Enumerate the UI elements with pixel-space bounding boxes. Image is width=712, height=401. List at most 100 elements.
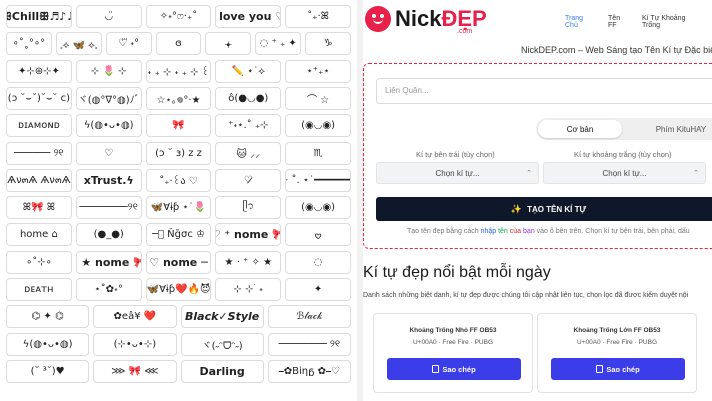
smiley-logo-icon: [365, 6, 391, 32]
symbol-cell[interactable]: ⋆ ★ nome 🎀: [75, 250, 142, 274]
copy-button[interactable]: Sao chép: [387, 358, 521, 380]
tab-basic[interactable]: Cơ bản: [538, 120, 622, 138]
left-char-select[interactable]: Chọn kí tự... ⌃: [376, 162, 539, 184]
symbol-cell[interactable]: ∘˚⊹∘: [6, 250, 72, 274]
create-name-button-label: TẠO TÊN KÍ TỰ: [527, 204, 587, 214]
copy-button-label: Sao chép: [606, 364, 640, 374]
symbol-cell[interactable]: i love you ♡: [215, 5, 282, 28]
space-char-select[interactable]: Chọn kí tự... ⌃: [543, 162, 706, 184]
symbol-cell[interactable]: ★ · ⁺ ✧ ★: [215, 250, 282, 274]
symbol-cell[interactable]: 𓈒⟡ 🦋 ⟡𓈒: [55, 32, 102, 56]
symbol-cell[interactable]: ⊹ 🌷 ⊹: [75, 59, 142, 83]
symbol-cell[interactable]: (●_●): [75, 223, 142, 247]
card-title: Khoảng Trống Nhỏ FF OB53: [409, 327, 497, 334]
symbol-cell[interactable]: (ɔ ˘⌣˘)˘⌣˘ c): [6, 86, 72, 110]
symbol-cell[interactable]: ℬ𝓁𝒶𝒸𝓀: [267, 305, 351, 329]
symbol-cell[interactable]: ⋆˚✿˖°: [75, 278, 142, 301]
featured-card: Khoảng Trống Lớn FF OB53 U+00A0 · Free F…: [537, 313, 697, 393]
symbol-cell[interactable]: ♑: [305, 32, 351, 56]
symbol-cell[interactable]: ˚₊‧ꕤ: [285, 5, 351, 28]
symbol-cell[interactable]: ꕤ🎀 ꕤ: [6, 196, 72, 220]
symbol-cell[interactable]: Ѧν๓Ѧ Ѧν๓Ѧ: [6, 168, 72, 192]
symbol-cell[interactable]: ⊹ ⊹ ࣪ ˖: [215, 278, 282, 301]
symbol-cell[interactable]: ヾ(˶ᵔᗜᵔ˶): [180, 332, 264, 356]
chevron-down-icon: ⌃: [693, 170, 699, 177]
symbol-cell[interactable]: ᥫ᭡: [215, 196, 282, 220]
symbol-cell[interactable]: ────────୨୧: [75, 196, 142, 220]
symbol-cell[interactable]: 🎀: [145, 114, 212, 138]
symbol-cell[interactable]: ヾ(◍°∇°◍)ﾉﾞ: [75, 86, 142, 110]
symbol-cell[interactable]: ♡⃛ ˖°: [105, 32, 152, 56]
space-char-select-value: Chọn kí tự...: [602, 168, 647, 178]
symbol-cell[interactable]: ⊹ ˚. ⋆˙━━━━━━━: [285, 168, 351, 192]
nav-blank-chars[interactable]: Kí Tự Khoảng Trống: [642, 15, 698, 29]
nav-ff-names[interactable]: Tên FF: [608, 15, 628, 29]
symbol-cell[interactable]: 𖥔: [205, 32, 252, 56]
symbol-cell[interactable]: ϟ(◍•ᴗ•◍): [75, 114, 142, 138]
space-char-label: Kí tự khoảng trắng (tùy chọn): [574, 150, 672, 159]
symbol-cell[interactable]: ⌒ ☆: [285, 86, 351, 110]
symbol-cell[interactable]: 🐱 ⸝⸝: [215, 141, 282, 165]
symbol-cell[interactable]: ─⃝ Ňḡσc ♔: [145, 223, 212, 247]
symbol-cell[interactable]: xTrust.ϟ: [75, 168, 142, 192]
page-tagline: NickDEP.com – Web Sáng tạo Tên Kí tự Đặc…: [521, 45, 712, 55]
top-nav: Trang Chủ Tên FF Kí Tự Khoảng Trống: [565, 15, 712, 29]
symbol-cell[interactable]: Darling: [180, 359, 264, 383]
nav-home[interactable]: Trang Chủ: [565, 15, 594, 29]
symbol-cell[interactable]: ✧˖°ෆ‧₊˚: [145, 5, 212, 28]
symbol-cell[interactable]: ⋆⁺₊⋆: [285, 59, 351, 83]
featured-section-description: Danh sách những biệt danh, kí tự đẹp đượ…: [363, 292, 689, 299]
form-hint: Tạo tên đẹp bằng cách nhập tên của bạn v…: [407, 228, 690, 235]
symbol-cell[interactable]: ♡: [75, 141, 142, 165]
symbol-cell[interactable]: ϟ(◍•ᴗ•◍): [6, 332, 90, 356]
symbol-cell[interactable]: home ⌂: [6, 223, 72, 247]
create-name-button[interactable]: ✨ TẠO TÊN KÍ TỰ: [376, 197, 712, 221]
symbol-cell[interactable]: ᴅᴇᴀᴛʜ: [6, 278, 72, 301]
symbol-cell[interactable]: 🦋Ɐɨƥ❤️🔥😈: [145, 278, 212, 301]
symbol-cell[interactable]: ♡̷: [215, 168, 282, 192]
symbol-cell[interactable]: ᴅɪᴀᴍᴏɴᴅ: [6, 114, 72, 138]
symbol-cell[interactable]: ◡̈: [75, 5, 142, 28]
featured-section-title: Kí tự đẹp nổi bật mỗi ngày: [363, 264, 551, 281]
symbol-cell[interactable]: ☆⋆｡𖦹°‧★: [145, 86, 212, 110]
featured-card: Khoảng Trống Nhỏ FF OB53 U+00A0 · Free F…: [373, 313, 533, 393]
tab-kituhay[interactable]: Phím KituHAY: [626, 120, 712, 138]
copy-icon: [432, 365, 440, 373]
symbol-cell[interactable]: (◉◡◉): [285, 196, 351, 220]
copy-button[interactable]: Sao chép: [551, 358, 685, 380]
copy-button-label: Sao chép: [442, 364, 476, 374]
symbol-cell[interactable]: 🦋Ɐɨƥ ⋆˙🌷: [145, 196, 212, 220]
symbol-cell[interactable]: (ɔ ˘ ɜ) z z: [145, 141, 212, 165]
copy-icon: [596, 365, 604, 373]
symbol-cell[interactable]: ♡ ⁺ nome 🎀: [215, 223, 282, 247]
symbol-cell[interactable]: ♡ nome ─: [145, 250, 212, 274]
symbol-cell[interactable]: ⎯✿Biηᵷ ✿⎯♡: [267, 359, 351, 383]
symbol-cell[interactable]: ꕥChillꕥ♬♪♫: [6, 5, 72, 28]
symbol-cell[interactable]: ɞ: [155, 32, 202, 56]
symbol-cell[interactable]: (◉◡◉): [285, 114, 351, 138]
symbol-cell[interactable]: ◌: [285, 250, 351, 274]
symbol-cell[interactable]: ∘˚˳°∘°: [6, 32, 52, 56]
nickdep-website: NickĐẸP .com Trang Chủ Tên FF Kí Tự Khoả…: [363, 0, 712, 401]
symbol-cell[interactable]: (⊹•ᴗ•⊹): [93, 332, 177, 356]
symbol-cell[interactable]: ˖ ₊ ⊹ ˖ ₊ ⊹ ꒰: [145, 59, 212, 83]
symbol-cell[interactable]: ✦: [285, 278, 351, 301]
symbol-cell[interactable]: ⁺˖⋆.˚ ₊⊹: [215, 114, 282, 138]
symbol-cell[interactable]: ────── ୨୧: [6, 141, 72, 165]
card-meta: U+00A0 · Free Fire · PUBG: [576, 339, 657, 346]
symbol-cell[interactable]: ô(●◡●): [215, 86, 282, 110]
symbol-cell[interactable]: Black✓Style: [180, 305, 264, 329]
symbol-cell[interactable]: ✿eâ¥ ❤️: [93, 305, 177, 329]
symbol-cell[interactable]: ⋙ 🎀 ⋘: [93, 359, 177, 383]
symbol-cell[interactable]: ♏: [285, 141, 351, 165]
symbol-cell[interactable]: ⌬ ✦ ⌬: [6, 305, 90, 329]
symbol-cell[interactable]: ──────── ୨୧: [267, 332, 351, 356]
symbol-cell[interactable]: 𖹭: [285, 223, 351, 247]
symbol-cell[interactable]: ˚₊‧꒰ა ♡: [145, 168, 212, 192]
sparkle-icon: ✨: [510, 203, 523, 214]
symbol-cell[interactable]: ◌ ⁺ ₊ ✦: [255, 32, 302, 56]
symbol-cell[interactable]: (˘ ³˘)♥: [6, 359, 90, 383]
symbol-cell[interactable]: ✦⊹⊛⊹✦: [6, 59, 72, 83]
symbol-cell[interactable]: ✏️ ⋆˙⟡: [215, 59, 282, 83]
name-input[interactable]: Liên Quân...: [376, 78, 712, 104]
